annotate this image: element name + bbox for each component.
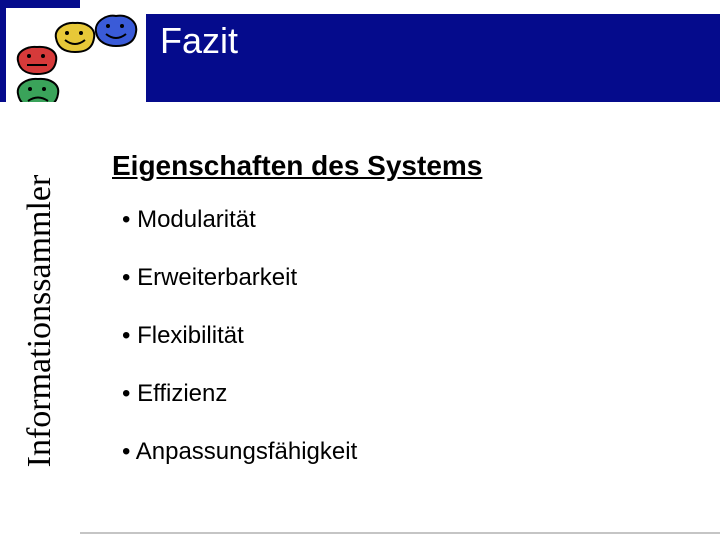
faces-cluster — [6, 8, 146, 108]
slide-header: Fazit — [80, 14, 720, 102]
subtitle: Eigenschaften des Systems — [112, 150, 692, 182]
list-item: Erweiterbarkeit — [122, 264, 692, 292]
blue-happy-face-icon — [92, 12, 140, 50]
list-item: Effizienz — [122, 380, 692, 408]
list-item: Modularität — [122, 206, 692, 234]
list-item: Anpassungsfähigkeit — [122, 438, 692, 466]
bullet-list: Modularität Erweiterbarkeit Flexibilität… — [112, 206, 692, 466]
slide-content: Eigenschaften des Systems Modularität Er… — [112, 150, 692, 496]
red-flat-face-icon — [14, 44, 60, 78]
sidebar-label-box: Informationssammler — [0, 102, 80, 540]
footer-divider — [80, 532, 720, 534]
list-item: Flexibilität — [122, 322, 692, 350]
sidebar-vertical-label: Informationssammler — [21, 175, 59, 468]
